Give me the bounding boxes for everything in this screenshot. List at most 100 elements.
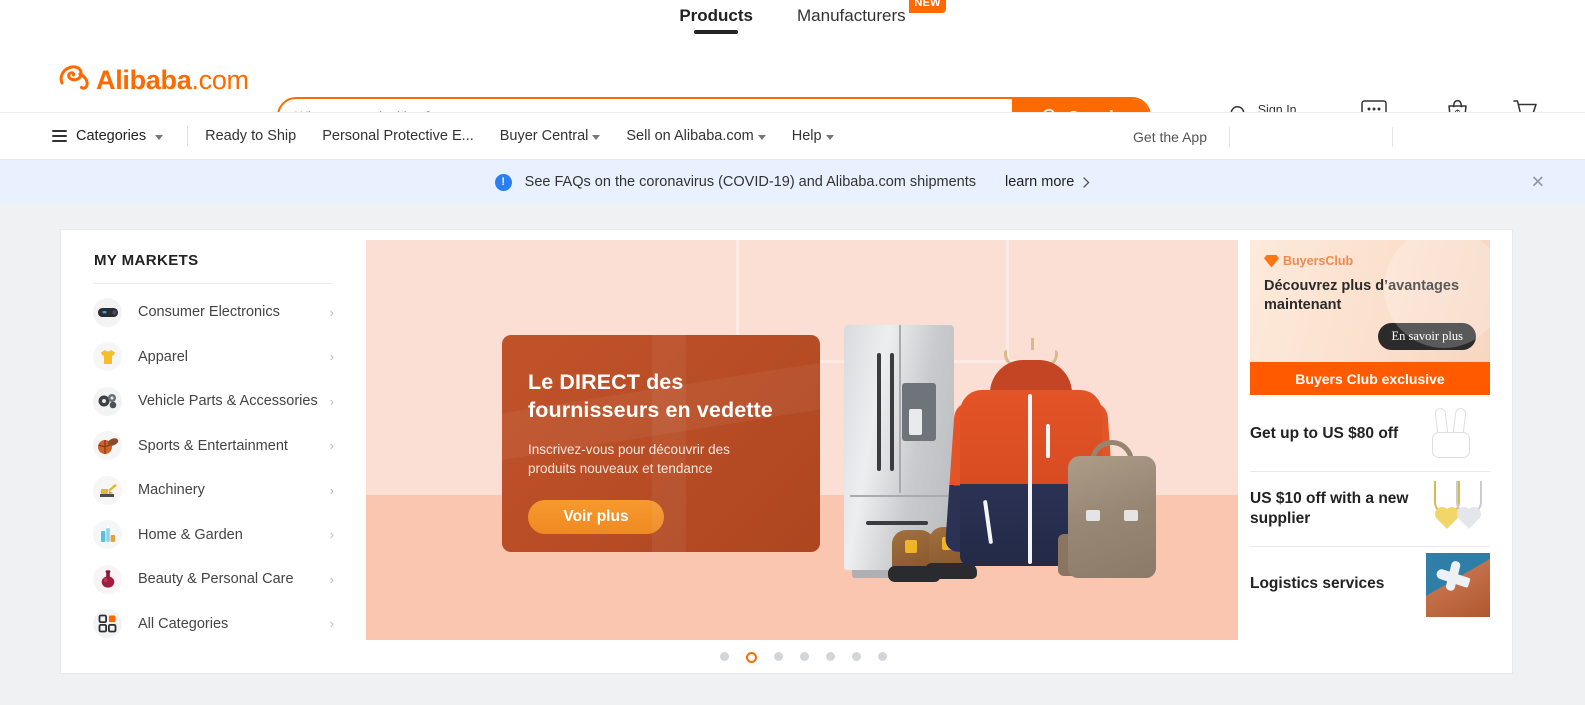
tshirt-icon	[93, 342, 122, 372]
excavator-icon	[93, 475, 122, 505]
covid-learn-more-link[interactable]: learn more	[1005, 174, 1090, 190]
chevron-down-icon	[592, 134, 601, 140]
hero-cta-button[interactable]: Voir plus	[528, 500, 664, 535]
sidebar-item-label: Home & Garden	[138, 526, 243, 543]
sidebar-item-all-categories[interactable]: All Categories ›	[61, 602, 356, 647]
sidebar-item-vehicle-parts-accessories[interactable]: Vehicle Parts & Accessories ›	[61, 379, 356, 424]
sidebar-item-consumer-electronics[interactable]: Consumer Electronics ›	[61, 290, 356, 335]
promo-label: Get up to US $80 off	[1250, 424, 1399, 442]
sidebar-item-label: Consumer Electronics	[138, 304, 280, 321]
home-main-card: MY MARKETS Consumer Electronics › Appare…	[60, 229, 1513, 674]
promo-label: US $10 off with a new supplier	[1250, 489, 1409, 527]
hero-title: Le DIRECT des fournisseurs en vedette	[528, 369, 794, 424]
hero-promo-card: Le DIRECT des fournisseurs en vedette In…	[502, 335, 820, 552]
nav-divider	[1229, 127, 1230, 147]
nav-item-label: Help	[791, 128, 822, 144]
alibaba-logo[interactable]: Alibaba.com	[58, 59, 249, 95]
grid-icon	[93, 609, 122, 639]
hero-title-line2: fournisseurs en vedette	[528, 397, 773, 422]
sidebar-item-home-garden[interactable]: Home & Garden ›	[61, 513, 356, 558]
hero-subtitle-line1: Inscrivez-vous pour découvrir des	[528, 442, 730, 458]
sidebar-item-label: Sports & Entertainment	[138, 437, 288, 454]
vr-headset-icon	[93, 297, 122, 327]
covid-notice-text: See FAQs on the coronavirus (COVID-19) a…	[524, 174, 976, 190]
categories-label: Categories	[76, 128, 147, 144]
hero-title-line1: Le DIRECT des	[528, 370, 684, 394]
primary-nav: Categories Ready to Ship Personal Protec…	[0, 112, 1585, 160]
sidebar-item-label: Vehicle Parts & Accessories	[138, 393, 318, 410]
alibaba-logo-mark	[59, 65, 89, 90]
tab-manufacturers-label: Manufacturers	[797, 6, 906, 25]
tab-products[interactable]: Products	[679, 6, 753, 32]
buyers-club-logo-text: BuyersClub	[1283, 254, 1354, 268]
hero-subtitle-line2: produits nouveaux et tendance	[528, 461, 713, 477]
chevron-right-icon: ›	[329, 571, 334, 587]
nav-right-group: Get the App	[1133, 113, 1585, 161]
chevron-right-icon	[1083, 176, 1090, 188]
my-markets-title: MY MARKETS	[94, 252, 199, 269]
perfume-icon	[93, 564, 122, 594]
hero-product-illustration	[836, 292, 1166, 582]
gears-icon	[93, 386, 122, 416]
home-goods-icon	[93, 520, 122, 550]
sidebar-item-label: Beauty & Personal Care	[138, 571, 294, 588]
top-tab-bar: Products Manufacturers NEW	[0, 0, 1585, 42]
nav-item-label: Personal Protective E...	[322, 128, 474, 144]
diamond-icon	[1264, 254, 1279, 268]
nav-item-label: Buyer Central	[499, 128, 589, 144]
nav-item-label: Sell on Alibaba.com	[626, 128, 754, 144]
page-content: MY MARKETS Consumer Electronics › Appare…	[0, 204, 1585, 705]
tab-products-label: Products	[679, 6, 753, 25]
necklaces-image	[1426, 481, 1490, 537]
airpods-image	[1426, 406, 1490, 462]
hero-subtitle: Inscrivez-vous pour découvrir des produi…	[528, 440, 794, 478]
carousel-dot-active[interactable]	[745, 652, 757, 663]
tab-manufacturers[interactable]: Manufacturers NEW	[797, 0, 946, 32]
chevron-right-icon: ›	[329, 393, 334, 409]
sidebar-item-sports-entertainment[interactable]: Sports & Entertainment ›	[61, 424, 356, 469]
site-header: Products Manufacturers NEW Alibaba.com S…	[0, 0, 1585, 140]
carousel-dot[interactable]	[773, 652, 783, 661]
info-pin-icon: !	[494, 173, 512, 191]
promo-row-new-supplier[interactable]: US $10 off with a new supplier	[1250, 472, 1490, 547]
carousel-dot[interactable]	[719, 652, 729, 661]
right-rail: BuyersClub Découvrez plus d’avantages ma…	[1250, 230, 1512, 673]
sidebar-item-label: Apparel	[138, 348, 188, 365]
carousel-dot[interactable]	[851, 652, 861, 661]
carousel-dot[interactable]	[825, 652, 835, 661]
close-icon[interactable]: ✕	[1531, 174, 1545, 191]
sidebar-item-machinery[interactable]: Machinery ›	[61, 468, 356, 513]
logo-text: Alibaba.com	[96, 65, 249, 95]
buyers-club-panel[interactable]: BuyersClub Découvrez plus d’avantages ma…	[1250, 240, 1490, 362]
buyers-club-exclusive-bar[interactable]: Buyers Club exclusive	[1250, 362, 1490, 395]
promo-label: Logistics services	[1250, 575, 1385, 593]
get-the-app-link[interactable]: Get the App	[1133, 129, 1207, 145]
divider	[93, 283, 334, 284]
chevron-down-icon	[825, 134, 834, 140]
chevron-right-icon: ›	[329, 349, 334, 365]
new-badge: NEW	[909, 0, 946, 13]
hero-carousel[interactable]: Le DIRECT des fournisseurs en vedette In…	[366, 240, 1238, 640]
nav-item-label: Ready to Ship	[205, 128, 297, 144]
nav-item-personal-protective-equipment[interactable]: Personal Protective E...	[322, 128, 474, 144]
carousel-dot[interactable]	[799, 652, 809, 661]
chevron-down-icon	[155, 134, 164, 140]
chevron-right-icon: ›	[329, 304, 334, 320]
nav-divider	[187, 126, 189, 146]
sidebar-item-apparel[interactable]: Apparel ›	[61, 335, 356, 380]
buyers-club-logo: BuyersClub	[1264, 254, 1476, 268]
carousel-dots	[356, 652, 1250, 663]
sidebar-item-beauty-personal-care[interactable]: Beauty & Personal Care ›	[61, 557, 356, 602]
promo-row-discount-80[interactable]: Get up to US $80 off	[1250, 397, 1490, 472]
nav-item-ready-to-ship[interactable]: Ready to Ship	[205, 128, 296, 144]
nav-item-help[interactable]: Help	[792, 128, 834, 144]
promo-row-logistics[interactable]: Logistics services	[1250, 547, 1490, 622]
list-icon	[52, 130, 67, 142]
my-markets-sidebar: MY MARKETS Consumer Electronics › Appare…	[61, 230, 356, 673]
nav-item-buyer-central[interactable]: Buyer Central	[500, 128, 601, 144]
nav-item-sell-on-alibaba[interactable]: Sell on Alibaba.com	[626, 128, 766, 144]
carousel-dot[interactable]	[877, 652, 887, 661]
covid-learn-more-label: learn more	[1005, 174, 1075, 190]
buyers-club-learn-more-button[interactable]: En savoir plus	[1378, 323, 1476, 350]
categories-menu[interactable]: Categories	[52, 128, 164, 144]
